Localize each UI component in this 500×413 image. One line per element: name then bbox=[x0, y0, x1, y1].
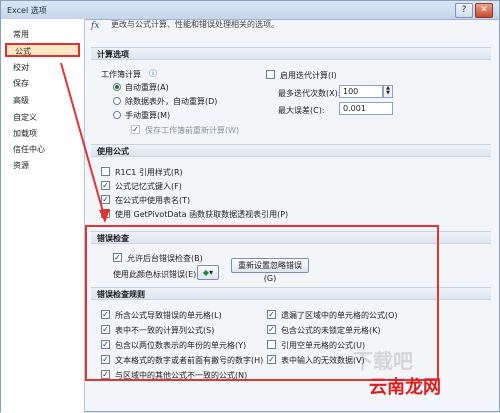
watermark-faint: 下载吧 bbox=[353, 349, 413, 373]
watermark-logo: 云南龙网 bbox=[369, 377, 441, 398]
annotation-arrow bbox=[60, 62, 110, 223]
excel-options-window: Excel 选项 ? ✕ 常用 公式 校对 保存 高级 自定义 加载项 信任中心… bbox=[0, 0, 500, 413]
